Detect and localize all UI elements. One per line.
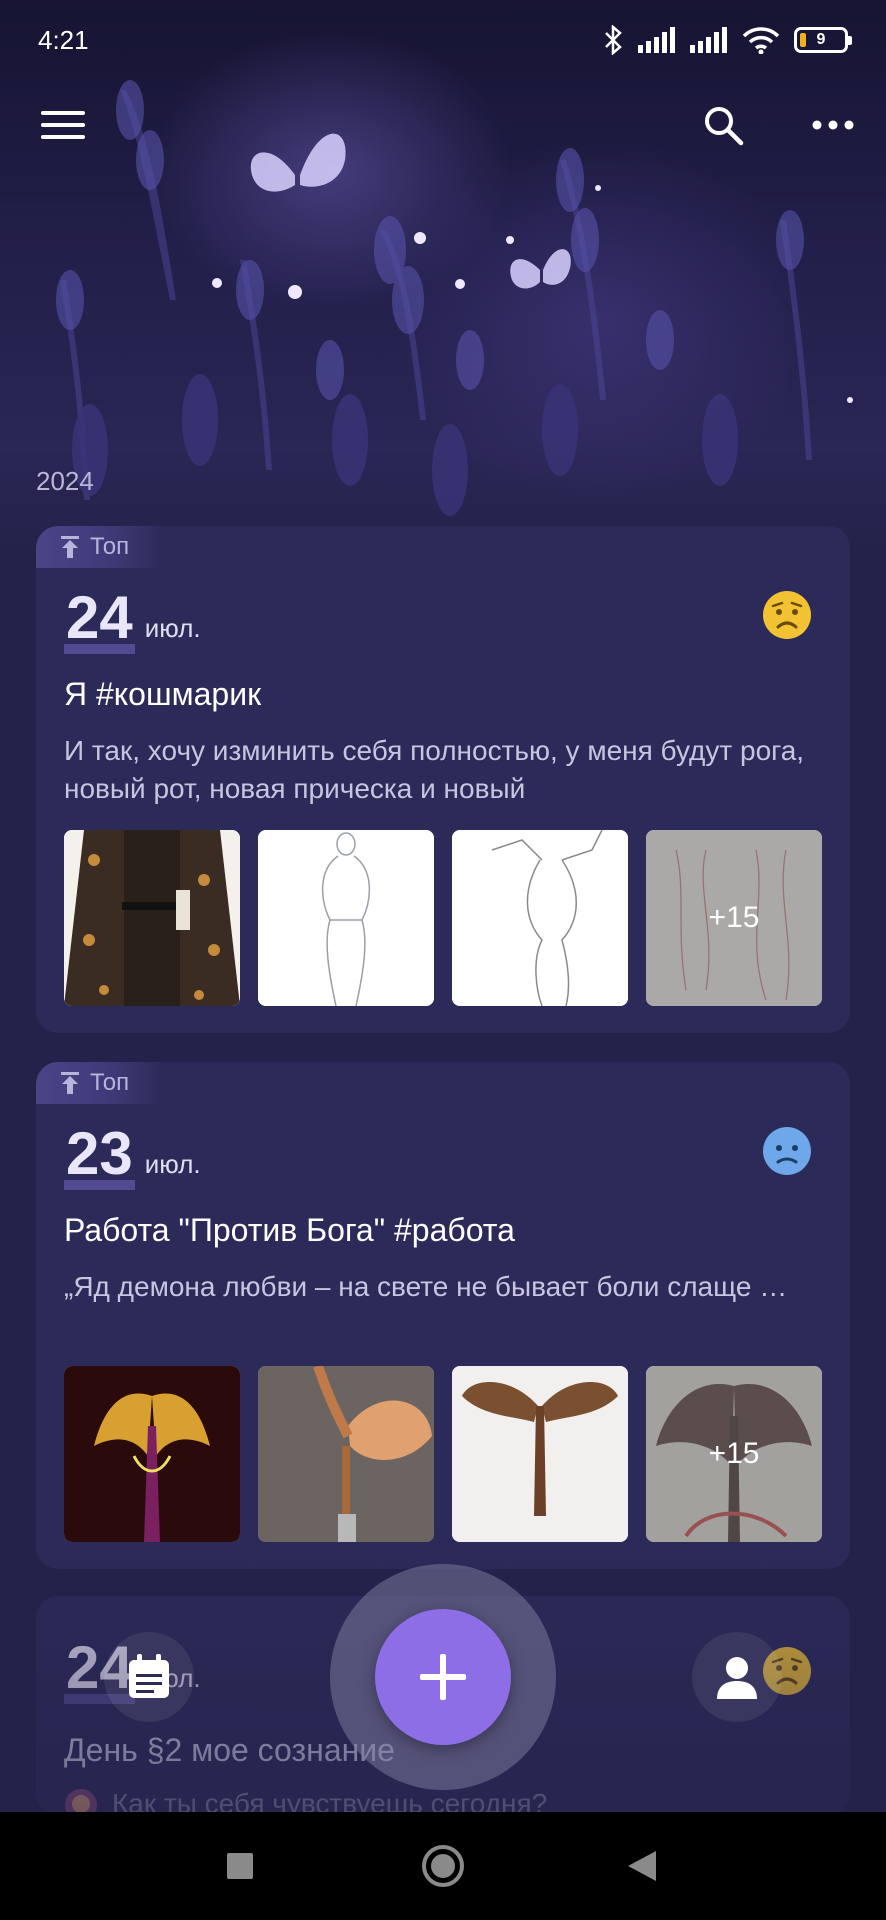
sad-face-icon [763,591,811,639]
entry-date: 24 июл. [64,584,201,654]
profile-button[interactable] [692,1632,782,1722]
signal-icon [690,27,727,53]
pinned-label: Топ [90,533,130,560]
search-button[interactable] [688,90,758,160]
entry-title: Я #кошмарик [64,676,262,712]
pin-top-icon [61,1072,79,1094]
photo-thumbnail[interactable] [258,1366,434,1542]
year-header: 2024 [36,466,94,496]
entry-title: День §2 мое сознание [64,1732,395,1768]
home-button[interactable] [415,1838,471,1894]
pin-top-icon [61,536,79,558]
pinned-tag: Топ [36,526,164,568]
photo-winged-statue [452,1366,628,1542]
entry-card[interactable]: Топ 23 июл. Работа "Против Бога" #работа… [36,1062,850,1569]
photo-thumbnail[interactable] [452,1366,628,1542]
status-icons: 9 [602,25,852,55]
entry-preview: „Яд демона любви – на свете не бывает бо… [64,1271,788,1302]
signal-icon [638,27,675,53]
more-icon [812,120,854,130]
diary-button[interactable] [104,1632,194,1722]
photo-figure-sketch [258,830,434,1006]
photo-thumbnail[interactable] [258,830,434,1006]
header-background [0,0,886,560]
entry-month: июл. [144,613,201,643]
status-time: 4:21 [38,24,89,55]
status-bar: 4:21 9 [0,0,886,80]
entry-photos: +15 [64,1366,822,1542]
worried-face-icon [763,1127,811,1175]
photo-winged-figure-fire [64,1366,240,1542]
search-icon [705,107,744,146]
home-icon [422,1845,464,1887]
entry-card[interactable]: Топ 24 июл. Я #кошмарик И так, хочу изми… [36,526,850,1033]
add-icon [420,1654,466,1700]
profile-icon [717,1657,757,1699]
lavender-butterfly-art [56,80,853,516]
entry-preview: И так, хочу изминить себя полностью, у м… [64,735,805,804]
pinned-tag: Топ [36,1062,164,1104]
menu-button[interactable] [28,90,98,160]
photo-thumbnail-more[interactable]: +15 [646,1366,822,1542]
photo-thumbnail-more[interactable]: +15 [646,830,822,1006]
entry-title: Работа "Против Бога" #работа [64,1212,515,1248]
more-options-button[interactable] [798,90,868,160]
pinned-label: Топ [90,1069,130,1096]
entry-month: июл. [144,1149,201,1179]
entry-date: 23 июл. [64,1120,201,1190]
top-toolbar [0,90,886,160]
back-icon [628,1851,656,1881]
system-navigation-bar [0,1812,886,1920]
photo-thumbnail[interactable] [452,830,628,1006]
entry-day: 23 [64,1120,135,1190]
recents-icon [227,1853,253,1879]
photo-wing-sculpture [258,1366,434,1542]
photo-character-outfit [64,830,240,1006]
recents-button[interactable] [212,1838,268,1894]
add-entry-button[interactable] [375,1609,511,1745]
more-photos-count: +15 [646,1366,822,1542]
back-button[interactable] [614,1838,670,1894]
entry-photos: +15 [64,830,822,1006]
photo-figure-sketch [452,830,628,1006]
more-photos-count: +15 [646,830,822,1006]
battery-icon: 9 [794,27,852,53]
menu-icon [41,111,85,139]
entry-day: 24 [64,584,135,654]
wifi-icon [742,27,780,54]
bluetooth-icon [605,25,622,55]
photo-thumbnail[interactable] [64,830,240,1006]
photo-thumbnail[interactable] [64,1366,240,1542]
diary-icon [129,1654,169,1698]
battery-level: 9 [816,31,826,48]
